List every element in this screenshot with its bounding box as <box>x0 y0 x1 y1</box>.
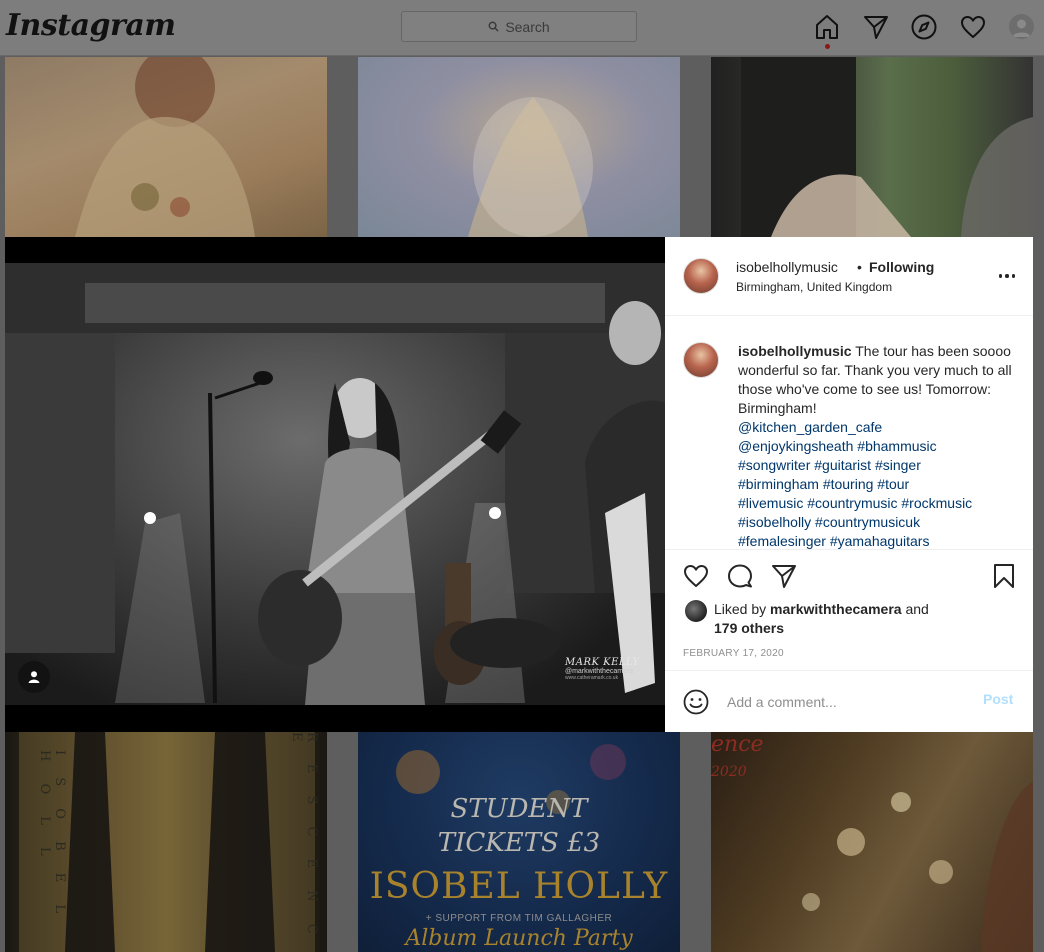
poster-title: ISOBEL HOLLY <box>369 866 669 907</box>
activity-icon[interactable] <box>959 13 987 41</box>
poster-title: ence <box>711 732 764 757</box>
caption-tag-line[interactable]: #songwriter #guitarist #singer <box>738 456 1020 475</box>
caption-tag-line[interactable]: #isobelholly #countrymusicuk <box>738 513 1020 532</box>
caption-avatar[interactable] <box>683 342 719 378</box>
post-date[interactable]: FEBRUARY 17, 2020 <box>683 648 784 659</box>
watermark-name: MARK KELLY <box>565 657 640 668</box>
post-comment-button[interactable]: Post <box>983 691 1013 707</box>
like-icon[interactable] <box>682 562 710 590</box>
poster-line: TICKETS £3 <box>437 828 601 858</box>
share-icon[interactable] <box>770 562 798 590</box>
liked-and: and <box>905 601 929 617</box>
caption-tag-line[interactable]: #birmingham #touring #tour <box>738 475 1020 494</box>
post-photo[interactable]: MARK KELLY @markwiththecamera www.cather… <box>5 237 665 732</box>
comment-input[interactable] <box>727 691 967 713</box>
top-nav: Instagram Search <box>0 0 1044 56</box>
poster-line: STUDENT <box>450 794 588 824</box>
grid-post-thumbnail[interactable] <box>711 57 1033 237</box>
poster-year: 2020 <box>711 764 747 780</box>
grid-post-thumbnail[interactable] <box>5 57 327 237</box>
poster-line: + SUPPORT FROM TIM GALLAGHER <box>425 913 613 924</box>
search-icon <box>488 21 499 32</box>
user-tag-icon <box>28 671 40 683</box>
grid-post-thumbnail[interactable]: ence 2020 <box>711 732 1033 952</box>
search-placeholder: Search <box>505 18 550 35</box>
post-actions: Liked by markwiththecamera and 179 other… <box>665 549 1033 669</box>
author-avatar[interactable] <box>683 258 719 294</box>
direct-icon[interactable] <box>862 13 890 41</box>
caption-tag-line[interactable]: #livemusic #countrymusic #rockmusic <box>738 494 1020 513</box>
instagram-logo[interactable]: Instagram <box>6 8 176 43</box>
save-icon[interactable] <box>990 562 1018 590</box>
concert-photo <box>5 263 665 705</box>
explore-icon[interactable] <box>910 13 938 41</box>
watermark-handle: @markwiththecamera <box>565 668 634 675</box>
liked-user[interactable]: markwiththecamera <box>770 601 902 617</box>
comment-bar: Post <box>665 670 1033 732</box>
photo-watermark: MARK KELLY @markwiththecamera www.cather… <box>565 657 657 689</box>
caption-tag-line[interactable]: #femalesinger #yamahaguitars <box>738 532 1020 550</box>
liked-by-line: Liked by markwiththecamera and <box>714 601 929 617</box>
poster-vertical-text: R E S C E N C E <box>289 732 319 943</box>
grid-post-thumbnail[interactable] <box>358 57 680 237</box>
liked-others-link[interactable]: 179 others <box>714 620 784 636</box>
author-username[interactable]: isobelhollymusic <box>736 259 838 275</box>
home-active-dot <box>825 44 830 49</box>
home-icon[interactable] <box>813 13 841 41</box>
liker-avatar[interactable] <box>685 600 707 622</box>
comment-icon[interactable] <box>726 562 754 590</box>
poster-vertical-text: I S O B E L H O L L <box>37 750 67 923</box>
following-button[interactable]: Following <box>869 259 934 275</box>
caption-tag-line[interactable]: @kitchen_garden_cafe <box>738 418 1020 437</box>
post-header: isobelhollymusic • Following Birmingham,… <box>665 237 1033 316</box>
profile-avatar[interactable] <box>1009 14 1034 39</box>
post-location[interactable]: Birmingham, United Kingdom <box>736 280 892 294</box>
caption-area: isobelhollymusic The tour has been soooo… <box>665 317 1033 550</box>
watermark-site: www.catheramark.co.uk <box>565 675 619 681</box>
caption-text-block: isobelhollymusic The tour has been soooo… <box>738 342 1020 550</box>
caption-tag-line[interactable]: @enjoykingsheath #bhammusic <box>738 437 1020 456</box>
header-separator: • <box>857 259 862 275</box>
emoji-icon[interactable] <box>682 688 710 716</box>
grid-post-thumbnail[interactable]: STUDENT TICKETS £3 ISOBEL HOLLY + SUPPOR… <box>358 732 680 952</box>
poster-line: Album Launch Party <box>405 926 633 951</box>
caption-username[interactable]: isobelhollymusic <box>738 343 852 359</box>
user-tag-button[interactable] <box>18 661 50 693</box>
more-icon[interactable] <box>995 267 1019 285</box>
search-box[interactable]: Search <box>401 11 637 42</box>
grid-post-thumbnail[interactable]: I S O B E L H O L L R E S C E N C E <box>5 732 327 952</box>
liked-prefix: Liked by <box>714 601 767 617</box>
post-side-panel: isobelhollymusic • Following Birmingham,… <box>665 237 1033 732</box>
